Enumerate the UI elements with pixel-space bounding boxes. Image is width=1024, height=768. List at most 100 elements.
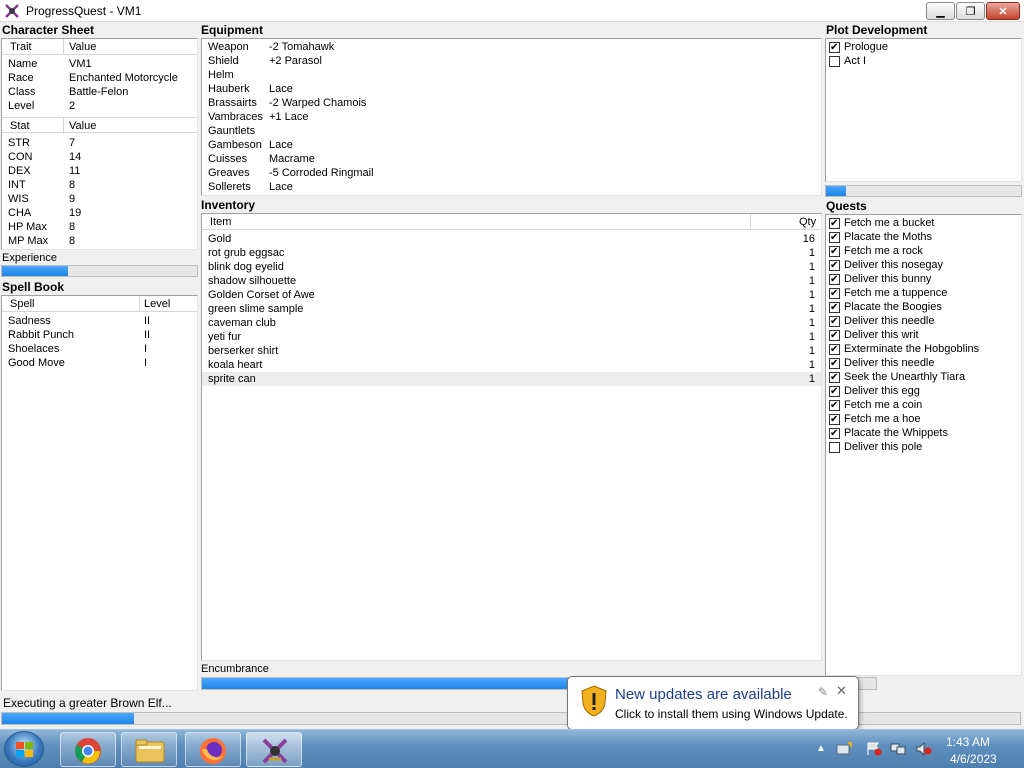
- equipment-row: Sollerets Lace: [202, 180, 821, 194]
- equipment-row-key: Gambeson: [208, 139, 262, 151]
- maximize-button[interactable]: ❐: [956, 2, 985, 20]
- inventory-row: Golden Corset of Awe 1: [202, 288, 821, 302]
- chrome-icon: [75, 738, 101, 764]
- spell-row-value: II: [144, 329, 151, 341]
- inventory-row: sprite can 1: [202, 372, 821, 386]
- stat-row-key: CHA: [8, 207, 32, 219]
- volume-muted-icon[interactable]: [916, 742, 932, 756]
- quest-item: Seek the Unearthly Tiara: [826, 370, 1021, 384]
- file-explorer-icon: [135, 739, 165, 763]
- quest-item-label: Deliver this bunny: [844, 273, 932, 285]
- inventory-row: koala heart 1: [202, 358, 821, 372]
- spell-row: Sadness II: [2, 314, 197, 328]
- task-progress-bar-fill: [2, 713, 135, 724]
- equipment-row-key: Weapon: [208, 41, 249, 53]
- window-title: ProgressQuest - VM1: [26, 4, 142, 18]
- inventory-row: berserker shirt 1: [202, 344, 821, 358]
- notification-body: Click to install them using Windows Upda…: [615, 707, 848, 721]
- stat-row-key: INT: [8, 179, 26, 191]
- stat-row: CHA 19: [2, 206, 197, 220]
- trait-header-value: Value: [69, 41, 97, 53]
- close-button[interactable]: ✕: [986, 2, 1020, 20]
- spell-row-key: Rabbit Punch: [8, 329, 75, 341]
- quest-item: Deliver this egg: [826, 384, 1021, 398]
- equipment-row-key: Helm: [208, 69, 234, 81]
- start-button[interactable]: [4, 731, 44, 767]
- pin-icon[interactable]: ✎: [818, 685, 828, 699]
- equipment-row: Vambraces +1 Lace: [202, 110, 821, 124]
- task-progress-bar: [1, 712, 1021, 725]
- quests-title: Quests: [826, 199, 867, 213]
- inventory-row-value: 1: [808, 261, 815, 273]
- spell-header-spell: Spell: [10, 298, 35, 310]
- minimize-button[interactable]: ▁: [926, 2, 955, 20]
- checked-checkbox: [829, 288, 840, 299]
- inventory-header-item: Item: [210, 216, 232, 228]
- equipment-row: Gauntlets: [202, 124, 821, 138]
- stat-header-stat: Stat: [10, 120, 30, 132]
- inventory-row: yeti fur 1: [202, 330, 821, 344]
- equipment-row: Brassairts -2 Warped Chamois: [202, 96, 821, 110]
- checked-checkbox: [829, 372, 840, 383]
- update-notification[interactable]: New updates are available Click to insta…: [567, 676, 859, 730]
- inventory-header: Item Qty: [202, 214, 821, 230]
- inventory-row-key: koala heart: [208, 359, 263, 371]
- stat-row-key: DEX: [8, 165, 31, 177]
- inventory-row-key: caveman club: [208, 317, 276, 329]
- network-icon[interactable]: [890, 742, 906, 756]
- taskbar-firefox[interactable]: [185, 732, 241, 767]
- progressquest-icon: [262, 738, 288, 764]
- quest-item-label: Fetch me a rock: [844, 245, 923, 257]
- checked-checkbox: [829, 42, 840, 53]
- equipment-row-key: Sollerets: [208, 181, 251, 193]
- quest-item-label: Seek the Unearthly Tiara: [844, 371, 966, 383]
- encumbrance-label: Encumbrance: [201, 663, 269, 675]
- checked-checkbox: [829, 428, 840, 439]
- notification-close-icon[interactable]: ✕: [836, 683, 847, 699]
- inventory-row-key: shadow silhouette: [208, 275, 297, 287]
- stat-row-key: WIS: [8, 193, 29, 205]
- stat-row: HP Max 8: [2, 220, 197, 234]
- character-sheet-title: Character Sheet: [2, 23, 95, 37]
- quest-item-label: Deliver this writ: [844, 329, 919, 341]
- spell-header: Spell Level: [2, 296, 197, 312]
- checked-checkbox: [829, 400, 840, 411]
- minimize-icon: ▁: [936, 5, 945, 18]
- clock-time[interactable]: 1:43 AM: [946, 735, 990, 749]
- checked-checkbox: [829, 218, 840, 229]
- inventory-header-qty: Qty: [799, 216, 817, 228]
- equipment-row: Gambeson Lace: [202, 138, 821, 152]
- inventory-row-value: 1: [808, 303, 815, 315]
- stat-row: CON 14: [2, 150, 197, 164]
- trait-header: Trait Value: [2, 39, 197, 55]
- quest-item: Placate the Whippets: [826, 426, 1021, 440]
- show-hidden-icons-icon[interactable]: ▲: [816, 743, 826, 754]
- taskbar-chrome[interactable]: [60, 732, 116, 767]
- plot-progress-bar: [825, 185, 1022, 197]
- inventory-row-key: Golden Corset of Awe: [208, 289, 315, 301]
- taskbar-progressquest[interactable]: [246, 732, 302, 767]
- action-center-icon[interactable]: [836, 742, 852, 756]
- clock-date[interactable]: 4/6/2023: [950, 752, 997, 766]
- trait-row-value: VM1: [69, 58, 92, 70]
- quest-item: Fetch me a coin: [826, 398, 1021, 412]
- trait-row-key: Level: [8, 100, 35, 112]
- shield-warning-icon: [581, 685, 607, 717]
- checked-checkbox: [829, 358, 840, 369]
- taskbar-file-explorer[interactable]: [121, 732, 177, 767]
- quest-item-label: Deliver this needle: [844, 315, 935, 327]
- checked-checkbox: [829, 260, 840, 271]
- inventory-row-key: berserker shirt: [208, 345, 279, 357]
- trait-row: Name VM1: [2, 57, 197, 71]
- trait-row-key: Race: [8, 72, 34, 84]
- equipment-row-key: Brassairts: [208, 97, 257, 109]
- equipment-row: Helm: [202, 68, 821, 82]
- quest-item: Deliver this nosegay: [826, 258, 1021, 272]
- inventory-row: rot grub eggsac 1: [202, 246, 821, 260]
- quest-item: Fetch me a bucket: [826, 216, 1021, 230]
- spell-book-title: Spell Book: [2, 280, 65, 294]
- unchecked-checkbox: [829, 56, 840, 67]
- flag-alert-icon[interactable]: [866, 742, 882, 756]
- stat-row: MP Max 8: [2, 234, 197, 248]
- checked-checkbox: [829, 344, 840, 355]
